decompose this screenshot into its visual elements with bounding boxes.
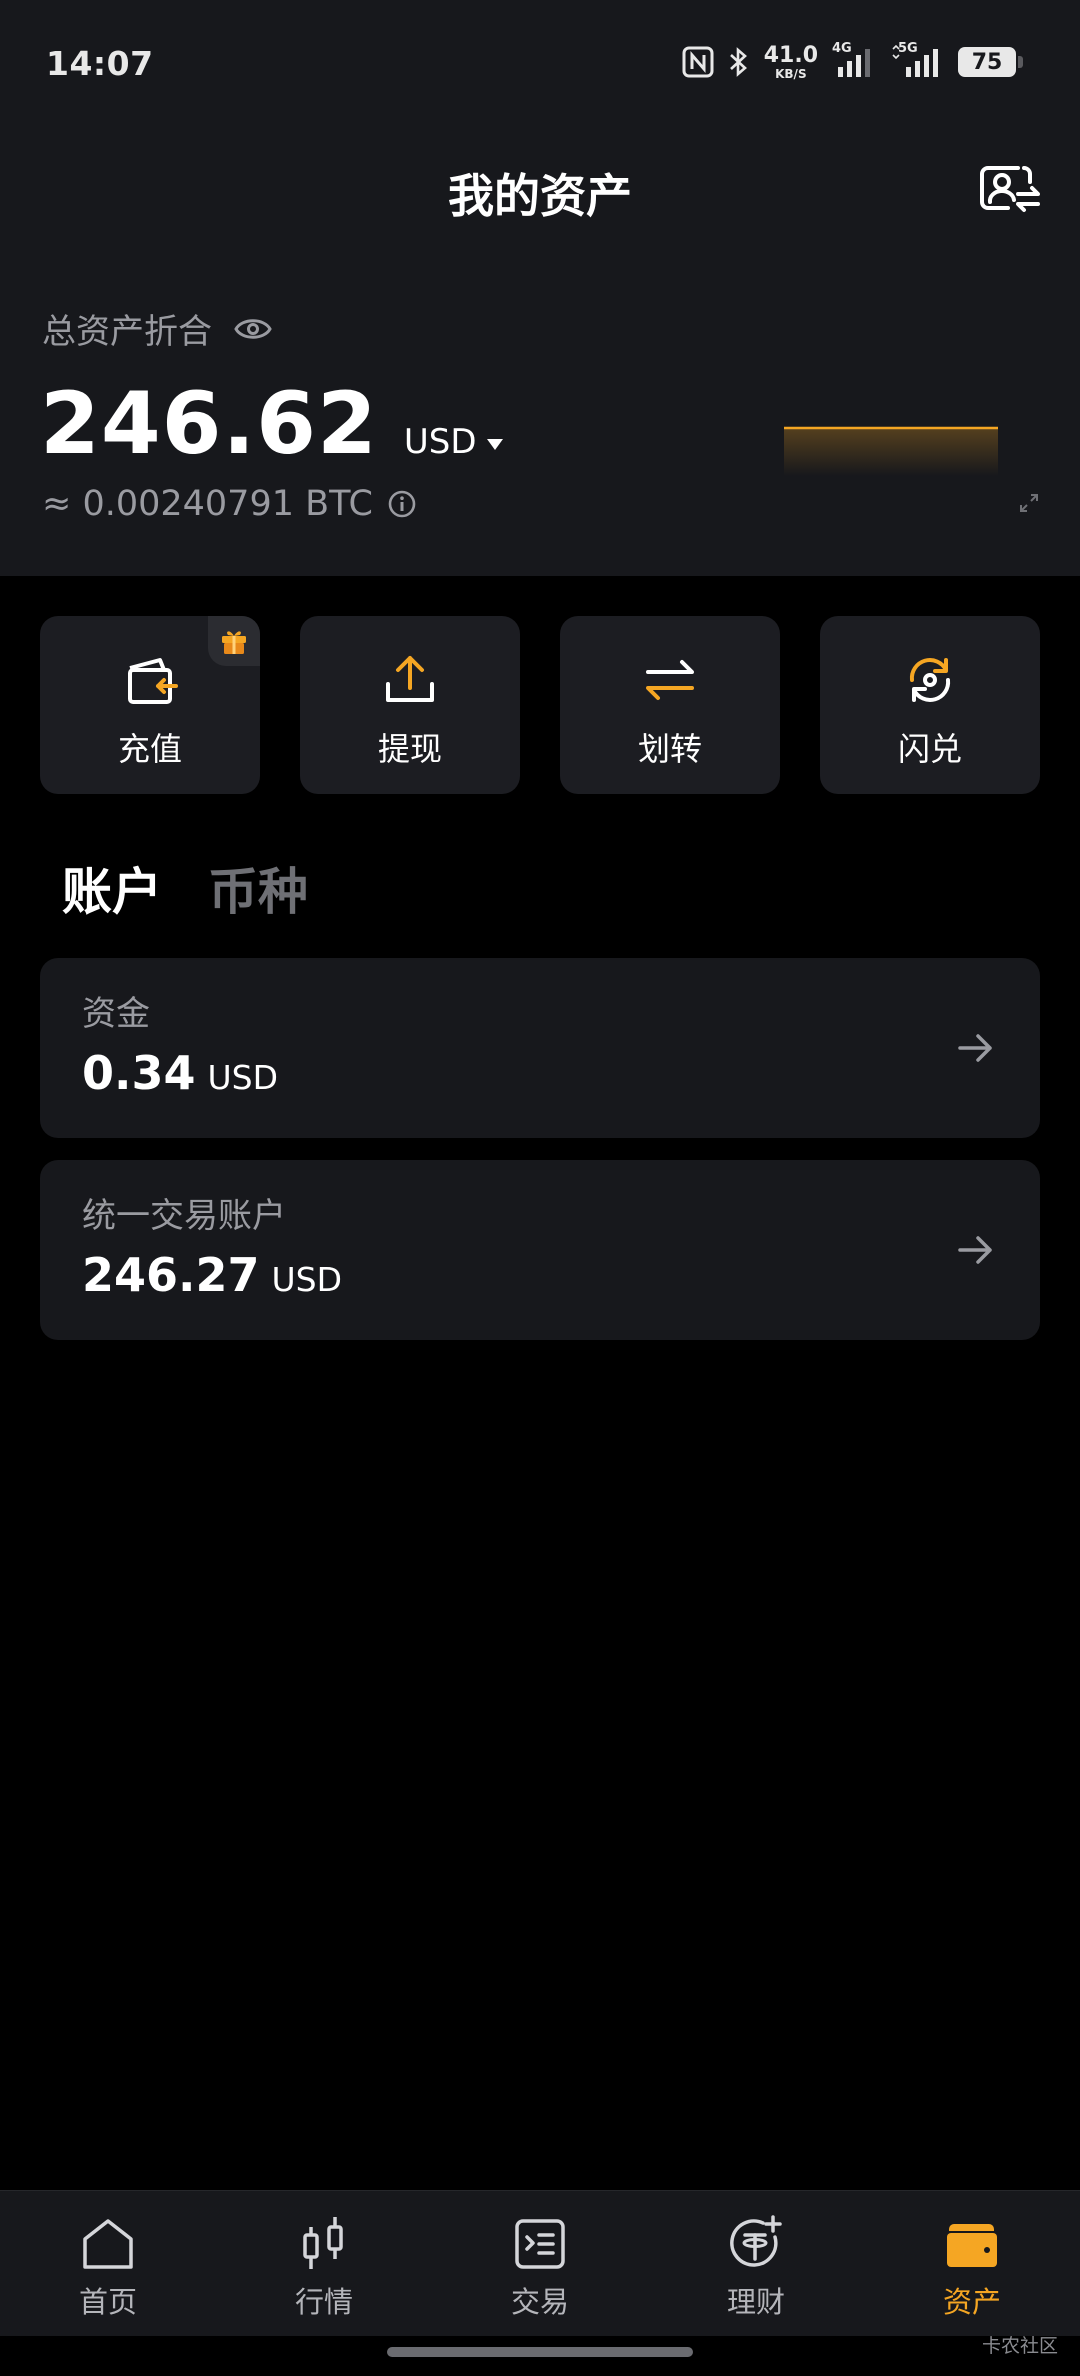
nav-home[interactable]: 首页 bbox=[0, 2191, 216, 2336]
account-card-unified-trading[interactable]: 统一交易账户 246.27 USD bbox=[40, 1160, 1040, 1340]
tab-accounts[interactable]: 账户 bbox=[62, 852, 162, 924]
account-balance: 246.27 USD bbox=[82, 1248, 342, 1302]
convert-icon bbox=[909, 658, 951, 702]
convert-label: 闪兑 bbox=[897, 730, 962, 768]
eye-icon[interactable] bbox=[234, 315, 272, 343]
nav-markets[interactable]: 行情 bbox=[216, 2191, 432, 2336]
withdraw-icon bbox=[386, 656, 434, 702]
network-speed-value: 41.0 bbox=[763, 42, 818, 68]
network-speed: 41.0 KB/S bbox=[763, 42, 818, 81]
trade-icon bbox=[515, 2219, 565, 2269]
deposit-label: 充值 bbox=[117, 730, 182, 768]
withdraw-button[interactable]: 提现 bbox=[300, 616, 520, 794]
deposit-icon bbox=[128, 658, 178, 704]
quick-actions: 充值 提现 划转 闪兑 bbox=[40, 616, 1040, 794]
account-balance-value: 0.34 bbox=[82, 1046, 196, 1100]
transfer-icon bbox=[646, 660, 694, 700]
caret-down-icon bbox=[486, 438, 503, 450]
arrow-right-icon bbox=[958, 1236, 992, 1264]
home-indicator[interactable] bbox=[387, 2347, 693, 2357]
switch-account-button[interactable] bbox=[974, 160, 1042, 216]
earn-icon bbox=[730, 2215, 782, 2267]
signal-5g-icon: 5G bbox=[890, 41, 944, 79]
account-balance-unit: USD bbox=[271, 1260, 343, 1299]
candlestick-icon bbox=[303, 2217, 343, 2269]
btc-equivalent-row: ≈ 0.00240791 BTC bbox=[42, 484, 417, 524]
wallet-icon bbox=[947, 2224, 997, 2267]
switch-account-icon bbox=[980, 166, 1040, 212]
withdraw-label: 提现 bbox=[377, 730, 442, 768]
tab-coins[interactable]: 币种 bbox=[208, 852, 308, 924]
btc-equivalent: ≈ 0.00240791 BTC bbox=[42, 484, 373, 524]
status-time: 14:07 bbox=[46, 44, 154, 83]
transfer-button[interactable]: 划转 bbox=[560, 616, 780, 794]
nav-home-label: 首页 bbox=[78, 2285, 137, 2319]
nav-assets[interactable]: 资产 bbox=[864, 2191, 1080, 2336]
nav-earn-label: 理财 bbox=[726, 2285, 785, 2319]
page-title: 我的资产 bbox=[448, 169, 632, 223]
gift-icon bbox=[222, 631, 246, 654]
account-name: 资金 bbox=[82, 994, 150, 1034]
account-balance-value: 246.27 bbox=[82, 1248, 260, 1302]
total-assets-label: 总资产折合 bbox=[42, 312, 212, 352]
arrow-right-icon bbox=[958, 1034, 992, 1062]
total-assets-value-row: 246.62 USD bbox=[40, 374, 503, 474]
deposit-button[interactable]: 充值 bbox=[40, 616, 260, 794]
bottom-nav: 首页 行情 交易 理财 资产 bbox=[0, 2190, 1080, 2336]
nav-markets-label: 行情 bbox=[294, 2285, 353, 2319]
status-bar: 14:07 41.0 KB/S 4G 5G 75 bbox=[0, 0, 1080, 130]
account-card-funding[interactable]: 资金 0.34 USD bbox=[40, 958, 1040, 1138]
total-assets-label-row: 总资产折合 bbox=[42, 304, 272, 353]
account-balance-unit: USD bbox=[207, 1058, 279, 1097]
nav-earn[interactable]: 理财 bbox=[648, 2191, 864, 2336]
info-icon[interactable] bbox=[387, 489, 417, 519]
currency-select-value: USD bbox=[403, 422, 477, 462]
home-icon bbox=[83, 2219, 133, 2269]
assets-trend-sparkline[interactable] bbox=[784, 420, 998, 476]
currency-select[interactable]: USD bbox=[404, 422, 503, 462]
nav-trade[interactable]: 交易 bbox=[432, 2191, 648, 2336]
battery-icon: 75 bbox=[958, 47, 1023, 77]
account-name: 统一交易账户 bbox=[82, 1196, 286, 1236]
watermark: 卡农社区 bbox=[981, 2335, 1058, 2357]
gift-badge[interactable] bbox=[208, 616, 260, 666]
nav-assets-label: 资产 bbox=[942, 2285, 1001, 2319]
account-balance: 0.34 USD bbox=[82, 1046, 278, 1100]
convert-button[interactable]: 闪兑 bbox=[820, 616, 1040, 794]
network-speed-unit: KB/S bbox=[775, 66, 807, 81]
total-assets-value: 246.62 bbox=[40, 374, 378, 474]
nfc-icon bbox=[682, 46, 714, 78]
asset-view-tabs: 账户 币种 bbox=[62, 852, 308, 924]
bluetooth-icon bbox=[728, 46, 750, 78]
status-icons: 41.0 KB/S 4G 5G 75 bbox=[682, 41, 1023, 82]
nav-trade-label: 交易 bbox=[510, 2285, 569, 2319]
expand-icon[interactable] bbox=[1018, 492, 1040, 514]
transfer-label: 划转 bbox=[637, 730, 702, 768]
signal-4g-icon: 4G bbox=[832, 41, 876, 79]
